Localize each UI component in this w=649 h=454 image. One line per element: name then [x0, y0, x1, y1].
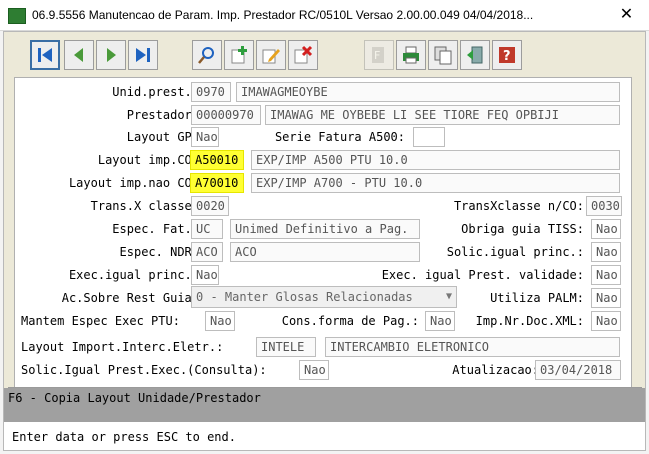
- imp-nr-doc-xml-field[interactable]: Nao: [591, 311, 621, 331]
- cons-forma-pag-label: Cons.forma de Pag.:: [281, 314, 419, 328]
- espec-ndr-code-field[interactable]: ACO: [191, 242, 223, 262]
- cons-forma-pag-field[interactable]: Nao: [425, 311, 455, 331]
- last-record-button[interactable]: [128, 40, 158, 70]
- serie-fatura-field[interactable]: [413, 127, 445, 147]
- message-bar: Enter data or press ESC to end.: [4, 422, 645, 450]
- window-title: 06.9.5556 Manutencao de Param. Imp. Pres…: [32, 8, 534, 22]
- espec-ndr-desc-field: ACO: [230, 242, 420, 262]
- layout-gp-field[interactable]: Nao: [191, 127, 219, 147]
- espec-fat-code-field[interactable]: UC: [191, 219, 223, 239]
- search-icon: [198, 47, 214, 64]
- chevron-down-icon: ▼: [445, 291, 452, 302]
- message-text: Enter data or press ESC to end.: [12, 430, 236, 444]
- layout-import-interc-desc-field: INTERCAMBIO ELETRONICO: [325, 337, 620, 357]
- previous-record-button[interactable]: [64, 40, 94, 70]
- solic-igual-prest-exec-label: Solic.Igual Prest.Exec.(Consulta):: [21, 363, 267, 377]
- close-icon[interactable]: ✕: [604, 0, 649, 30]
- utiliza-palm-label: Utiliza PALM:: [490, 291, 584, 305]
- svg-text:?: ?: [503, 49, 511, 64]
- hint-bar: F6 - Copia Layout Unidade/Prestador: [4, 388, 645, 422]
- utiliza-palm-field[interactable]: Nao: [591, 288, 621, 308]
- solic-igual-prest-exec-field[interactable]: Nao: [299, 360, 329, 380]
- filter-icon: F: [372, 47, 384, 63]
- delete-button[interactable]: [288, 40, 318, 70]
- form-panel: Unid.prest.: 0970 IMAWAGMEOYBE Prestador…: [14, 77, 632, 389]
- layout-imp-nao-co-desc-field: EXP/IMP A700 - PTU 10.0: [251, 173, 620, 193]
- svg-text:F: F: [374, 49, 380, 62]
- help-icon: ?: [499, 47, 515, 64]
- last-icon: [136, 48, 150, 62]
- ac-sobre-rest-guia-value: 0 - Manter Glosas Relacionadas: [196, 290, 413, 304]
- app-icon: [8, 8, 26, 24]
- edit-icon: [262, 49, 280, 64]
- filter-button[interactable]: F: [364, 40, 394, 70]
- delete-icon: [294, 45, 313, 64]
- unid-prest-code-field[interactable]: 0970: [191, 82, 231, 102]
- search-button[interactable]: [192, 40, 222, 70]
- serie-fatura-label: Serie Fatura A500:: [274, 130, 405, 144]
- trans-x-classe-field[interactable]: 0020: [191, 196, 229, 216]
- transxclasse-nco-field[interactable]: 0030: [586, 196, 622, 216]
- window-client: F ? Unid.prest.: 0970 IMAWAGMEOYBE Prest…: [3, 31, 646, 451]
- help-button[interactable]: ?: [492, 40, 522, 70]
- mantem-espec-exec-ptu-field[interactable]: Nao: [205, 311, 235, 331]
- next-icon: [107, 48, 116, 62]
- unid-prest-label: Unid.prest.:: [112, 85, 199, 99]
- solic-igual-princ-label: Solic.igual princ.:: [446, 245, 584, 259]
- next-record-button[interactable]: [96, 40, 126, 70]
- atualizacao-field: 03/04/2018: [535, 360, 621, 380]
- transxclasse-nco-label: TransXclasse n/CO:: [453, 199, 584, 213]
- atualizacao-label: Atualizacao:: [452, 363, 539, 377]
- obriga-guia-tiss-field[interactable]: Nao: [591, 219, 621, 239]
- layout-imp-co-code-field[interactable]: A50010: [190, 150, 244, 170]
- exec-igual-prest-validade-label: Exec. igual Prest. validade:: [381, 268, 584, 282]
- layout-gp-label: Layout GP:: [126, 130, 199, 144]
- mantem-espec-exec-ptu-label: Mantem Espec Exec PTU:: [21, 314, 180, 328]
- copy-button[interactable]: [428, 40, 458, 70]
- layout-imp-co-desc-field: EXP/IMP A500 PTU 10.0: [251, 150, 620, 170]
- prestador-desc-field: IMAWAG ME OYBEBE LI SEE TIORE FEQ OPBIJI: [265, 105, 620, 125]
- edit-button[interactable]: [256, 40, 286, 70]
- exec-igual-prest-validade-field[interactable]: Nao: [591, 265, 621, 285]
- title-bar: 06.9.5556 Manutencao de Param. Imp. Pres…: [0, 0, 649, 31]
- exit-button[interactable]: [460, 40, 490, 70]
- ac-sobre-rest-guia-label: Ac.Sobre Rest Guia:: [61, 291, 199, 305]
- print-icon: [403, 46, 419, 64]
- exit-icon: [467, 46, 483, 64]
- print-button[interactable]: [396, 40, 426, 70]
- solic-igual-princ-field[interactable]: Nao: [591, 242, 621, 262]
- copy-icon: [434, 46, 452, 65]
- imp-nr-doc-xml-label: Imp.Nr.Doc.XML:: [475, 314, 584, 328]
- previous-icon: [74, 48, 83, 62]
- layout-imp-nao-co-code-field[interactable]: A70010: [190, 173, 244, 193]
- obriga-guia-tiss-label: Obriga guia TISS:: [461, 222, 584, 236]
- layout-imp-nao-co-label: Layout imp.nao CO:: [68, 176, 199, 190]
- hint-text: F6 - Copia Layout Unidade/Prestador: [8, 391, 261, 405]
- exec-igual-princ-field[interactable]: Nao: [191, 265, 219, 285]
- layout-import-interc-label: Layout Import.Interc.Eletr.:: [21, 340, 224, 354]
- exec-igual-princ-label: Exec.igual princ.:: [68, 268, 199, 282]
- prestador-label: Prestador:: [126, 108, 199, 122]
- add-icon: [231, 46, 247, 64]
- first-icon: [38, 48, 52, 62]
- unid-prest-desc-field: IMAWAGMEOYBE: [236, 82, 620, 102]
- trans-x-classe-label: Trans.X classe:: [90, 199, 199, 213]
- prestador-code-field[interactable]: 00000970: [191, 105, 261, 125]
- espec-fat-label: Espec. Fat.:: [112, 222, 199, 236]
- layout-import-interc-code-field[interactable]: INTELE: [256, 337, 316, 357]
- espec-fat-desc-field: Unimed Definitivo a Pag.: [230, 219, 420, 239]
- ac-sobre-rest-guia-select[interactable]: 0 - Manter Glosas Relacionadas ▼: [191, 286, 457, 308]
- add-button[interactable]: [224, 40, 254, 70]
- first-record-button[interactable]: [30, 40, 60, 70]
- espec-ndr-label: Espec. NDR:: [119, 245, 199, 259]
- layout-imp-co-label: Layout imp.CO:: [97, 153, 199, 167]
